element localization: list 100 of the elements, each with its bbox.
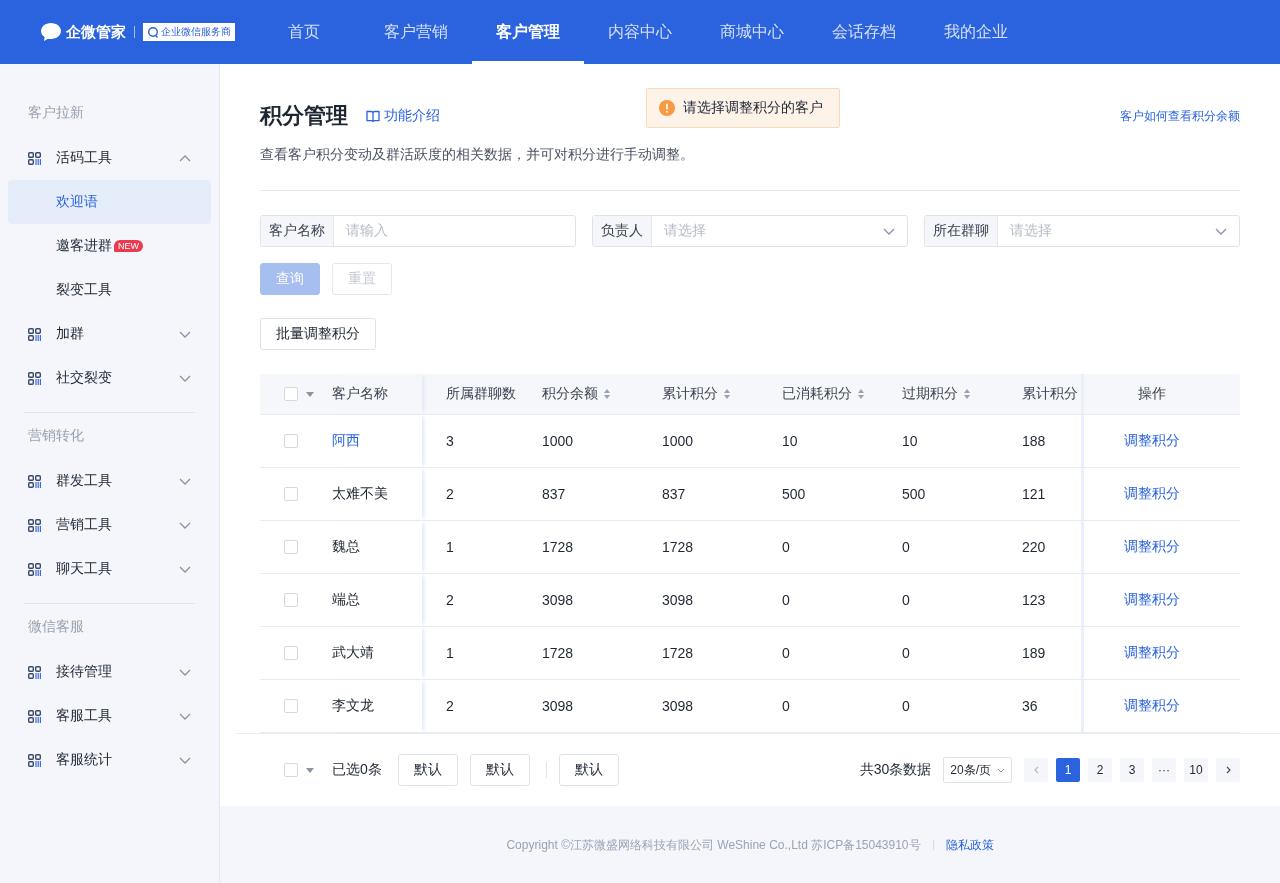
select-field[interactable]: 所在群聊 请选择 <box>924 215 1240 247</box>
caret-down-icon <box>306 391 314 397</box>
page-button[interactable]: 3 <box>1120 758 1144 782</box>
sidebar-item[interactable]: 加群 <box>8 312 211 356</box>
column-header: 积分余额 <box>542 385 598 403</box>
filter-label: 客户名称 <box>261 216 334 246</box>
row-checkbox[interactable] <box>284 593 298 607</box>
chevron-down-icon <box>883 227 895 235</box>
nav-tab[interactable]: 首页 <box>248 0 360 64</box>
table-cell: 36 <box>1022 698 1038 714</box>
input-field[interactable]: 客户名称 请输入 <box>260 215 576 247</box>
page-button[interactable]: 2 <box>1088 758 1112 782</box>
sidebar-group-title: 微信客服 <box>27 617 85 636</box>
sort-icon[interactable] <box>964 389 970 399</box>
nav-tab[interactable]: 我的企业 <box>920 0 1032 64</box>
table-cell: 1728 <box>662 539 694 555</box>
table-cell: 2 <box>446 486 454 502</box>
privacy-policy-link[interactable]: 隐私政策 <box>945 836 994 854</box>
sidebar-subitem[interactable]: 邀客进群 NEW <box>8 224 211 268</box>
default-button[interactable]: 默认 <box>397 754 458 786</box>
sort-icon[interactable] <box>724 389 730 399</box>
sidebar-group-title: 营销转化 <box>27 426 85 445</box>
customer-name: 太难不美 <box>332 485 388 503</box>
nav-tab[interactable]: 会话存档 <box>808 0 920 64</box>
table-cell: 0 <box>902 539 910 555</box>
grid-icon <box>28 327 41 341</box>
sidebar-item[interactable]: 聊天工具 <box>8 547 211 591</box>
grid-icon <box>28 151 41 165</box>
chevron-down-icon <box>179 668 191 676</box>
table-cell: 500 <box>902 486 926 502</box>
table-cell: 0 <box>902 698 910 714</box>
grid-icon <box>28 709 41 723</box>
grid-icon <box>28 518 41 532</box>
row-checkbox[interactable] <box>284 646 298 660</box>
table-cell: 10 <box>902 433 918 449</box>
row-checkbox[interactable] <box>284 487 298 501</box>
chevron-down-icon <box>179 330 191 338</box>
sidebar-item[interactable]: 客服工具 <box>8 694 211 738</box>
next-page-button[interactable] <box>1216 758 1240 782</box>
table-cell: 220 <box>1022 539 1046 555</box>
default-button[interactable]: 默认 <box>558 754 619 786</box>
table-cell: 1 <box>446 645 454 661</box>
nav-tab[interactable]: 内容中心 <box>584 0 696 64</box>
table-cell: 0 <box>902 645 910 661</box>
nav-tab[interactable]: 客户营销 <box>360 0 472 64</box>
page-button[interactable]: ··· <box>1152 758 1176 782</box>
table-cell: 1000 <box>662 433 694 449</box>
chevron-down-icon <box>179 477 191 485</box>
table-cell: 3098 <box>662 698 694 714</box>
select-all-checkbox[interactable] <box>284 763 298 777</box>
previous-page-button[interactable] <box>1024 758 1048 782</box>
table-cell: 123 <box>1022 592 1046 608</box>
sidebar-item[interactable]: 营销工具 <box>8 503 211 547</box>
page-title: 积分管理 <box>260 102 348 130</box>
batch-adjust-button[interactable]: 批量调整积分 <box>260 318 376 350</box>
column-header: 已消耗积分 <box>782 385 852 403</box>
table-cell: 3 <box>446 433 454 449</box>
sidebar-item[interactable]: 接待管理 <box>8 650 211 694</box>
chevron-left-icon <box>1033 766 1039 774</box>
help-link[interactable]: 客户如何查看积分余额 <box>1120 107 1240 125</box>
sidebar-item[interactable]: 社交裂变 <box>8 356 211 400</box>
table-cell: 837 <box>542 486 566 502</box>
copyright-text: Copyright ©江苏微盛网络科技有限公司 WeShine Co.,Ltd 苏ICP备15043910号 <box>506 836 921 854</box>
page-button[interactable]: 10 <box>1184 758 1208 782</box>
logo-text: 企微管家 <box>66 22 126 42</box>
column-header: 过期积分 <box>902 385 958 403</box>
sidebar-item[interactable]: 活码工具 <box>8 136 211 180</box>
sidebar-item[interactable]: 群发工具 <box>8 459 211 503</box>
customer-link[interactable]: 阿西 <box>332 432 360 450</box>
selected-count: 已选0条 <box>332 761 382 779</box>
adjust-points-link[interactable]: 调整积分 <box>1124 591 1180 609</box>
filter-label: 所在群聊 <box>925 216 998 246</box>
adjust-points-link[interactable]: 调整积分 <box>1124 485 1180 503</box>
row-checkbox[interactable] <box>284 540 298 554</box>
table-cell: 1728 <box>542 539 574 555</box>
nav-tab[interactable]: 商城中心 <box>696 0 808 64</box>
page-size-select[interactable]: 20条/页 <box>943 757 1012 783</box>
default-button[interactable]: 默认 <box>469 754 530 786</box>
select-field[interactable]: 负责人 请选择 <box>592 215 908 247</box>
table-cell: 2 <box>446 698 454 714</box>
adjust-points-link[interactable]: 调整积分 <box>1124 697 1180 715</box>
feature-intro-link[interactable]: 功能介绍 <box>366 107 440 125</box>
chevron-down-icon <box>179 756 191 764</box>
row-checkbox[interactable] <box>284 434 298 448</box>
customer-name: 李文龙 <box>332 697 374 715</box>
select-all-checkbox[interactable] <box>284 387 298 401</box>
grid-icon <box>28 665 41 679</box>
adjust-points-link[interactable]: 调整积分 <box>1124 644 1180 662</box>
chevron-down-icon <box>997 767 1005 773</box>
sidebar-subitem[interactable]: 欢迎语 <box>8 180 211 224</box>
sort-icon[interactable] <box>858 389 864 399</box>
adjust-points-link[interactable]: 调整积分 <box>1124 538 1180 556</box>
sort-icon[interactable] <box>604 389 610 399</box>
row-checkbox[interactable] <box>284 699 298 713</box>
book-icon <box>366 109 380 123</box>
sidebar-item[interactable]: 客服统计 <box>8 738 211 782</box>
sidebar-subitem[interactable]: 裂变工具 <box>8 268 211 312</box>
adjust-points-link[interactable]: 调整积分 <box>1124 432 1180 450</box>
customer-name: 武大靖 <box>332 644 374 662</box>
page-button[interactable]: 1 <box>1056 758 1080 782</box>
